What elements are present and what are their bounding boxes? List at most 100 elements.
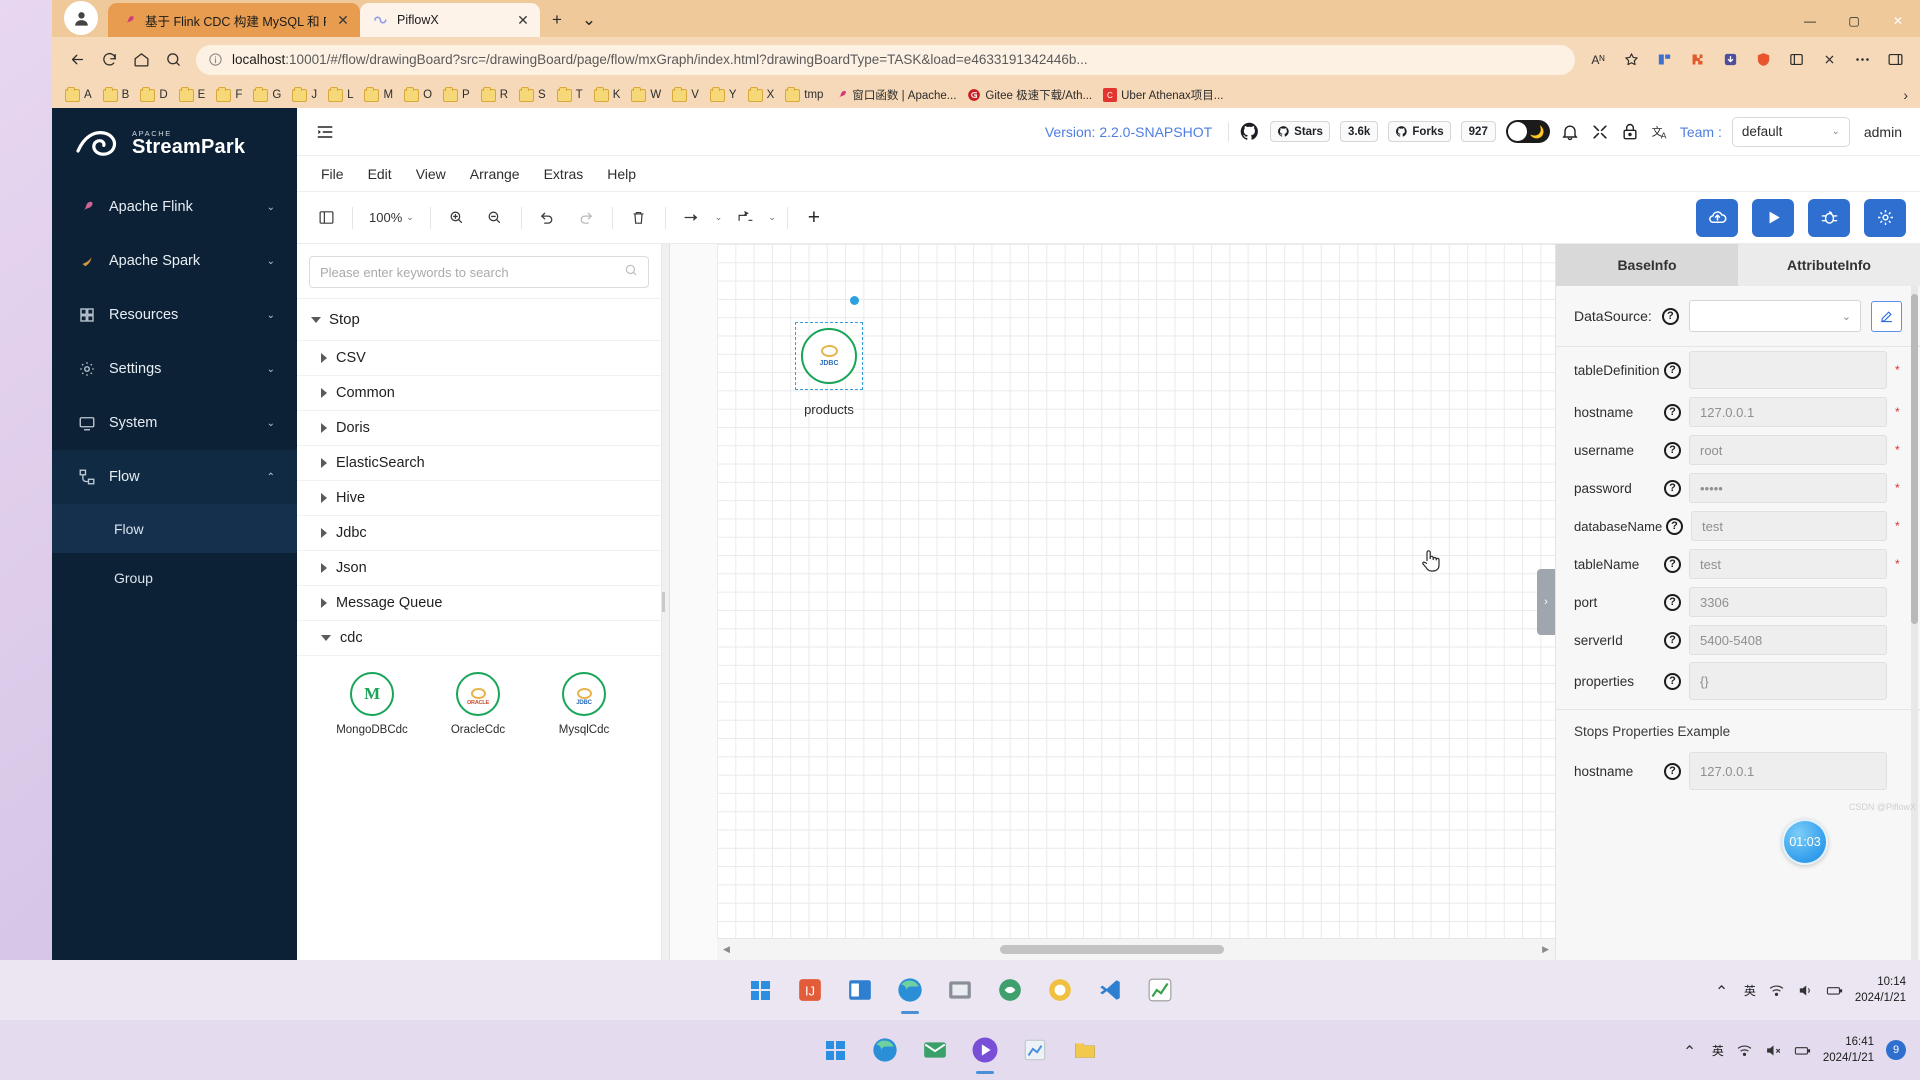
help-icon[interactable]: ? bbox=[1664, 480, 1681, 497]
bookmark-item[interactable]: M bbox=[359, 87, 398, 104]
app-ball-icon[interactable] bbox=[1040, 970, 1080, 1010]
back-arrow-icon[interactable] bbox=[62, 45, 92, 75]
app-circle-icon[interactable] bbox=[990, 970, 1030, 1010]
close-window-button[interactable]: ✕ bbox=[1876, 4, 1920, 37]
sidebar-subitem-group[interactable]: Group bbox=[52, 553, 297, 602]
address-input[interactable]: localhost:10001/#/flow/drawingBoard?src=… bbox=[196, 45, 1575, 75]
field-input[interactable] bbox=[1689, 351, 1887, 389]
palette-resize-handle[interactable] bbox=[662, 592, 665, 612]
add-icon[interactable]: + bbox=[799, 204, 829, 232]
collapse-menu-icon[interactable] bbox=[315, 122, 335, 142]
redo-icon[interactable] bbox=[571, 204, 601, 232]
language-indicator[interactable]: 英 bbox=[1712, 1042, 1724, 1059]
chevron-down-icon[interactable]: ⌄ bbox=[576, 7, 602, 33]
read-aloud-icon[interactable]: Aᴺ bbox=[1583, 45, 1613, 75]
properties-panel-toggle[interactable]: › bbox=[1537, 569, 1555, 635]
tab-attributeinfo[interactable]: AttributeInfo bbox=[1738, 244, 1920, 286]
chevron-right-icon[interactable] bbox=[321, 528, 327, 538]
field-input[interactable]: root bbox=[1689, 435, 1887, 465]
delete-icon[interactable] bbox=[624, 204, 654, 232]
waypoint-icon[interactable] bbox=[730, 204, 760, 232]
menu-view[interactable]: View bbox=[408, 163, 454, 185]
maximize-button[interactable]: ▢ bbox=[1832, 4, 1876, 37]
tree-node-jdbc[interactable]: Jdbc bbox=[297, 515, 661, 550]
tree-node-message-queue[interactable]: Message Queue bbox=[297, 585, 661, 620]
scroll-right-icon[interactable]: ▶ bbox=[1542, 944, 1549, 955]
bookmark-item[interactable]: 窗口函数 | Apache... bbox=[829, 85, 961, 105]
fullscreen-icon[interactable] bbox=[1590, 122, 1610, 142]
bookmark-item[interactable]: L bbox=[323, 87, 358, 104]
battery-icon[interactable] bbox=[1826, 982, 1843, 999]
scrollbar-thumb[interactable] bbox=[1000, 945, 1224, 954]
tree-node-csv[interactable]: CSV bbox=[297, 340, 661, 375]
language-indicator[interactable]: 英 bbox=[1744, 982, 1756, 999]
tree-node-elasticsearch[interactable]: ElasticSearch bbox=[297, 445, 661, 480]
chevron-down-icon[interactable]: ⌄ bbox=[768, 212, 776, 223]
scroll-left-icon[interactable]: ◀ bbox=[723, 944, 730, 955]
bookmarks-overflow-button[interactable]: › bbox=[1903, 87, 1912, 103]
bookmark-item[interactable]: D bbox=[135, 87, 172, 104]
bookmark-item[interactable]: C Uber Athenax项目... bbox=[1098, 85, 1228, 105]
bookmark-item[interactable]: K bbox=[589, 87, 626, 104]
bookmark-item[interactable]: P bbox=[438, 87, 475, 104]
bookmark-item[interactable]: V bbox=[667, 87, 704, 104]
edit-datasource-button[interactable] bbox=[1871, 301, 1902, 332]
node-resize-handle[interactable] bbox=[850, 296, 859, 305]
start-icon[interactable] bbox=[815, 1030, 855, 1070]
sidebar-subitem-flow[interactable]: Flow bbox=[52, 504, 297, 553]
collections-icon[interactable] bbox=[1781, 45, 1811, 75]
bookmark-item[interactable]: F bbox=[211, 87, 247, 104]
player-icon[interactable] bbox=[965, 1030, 1005, 1070]
bell-icon[interactable] bbox=[1560, 122, 1580, 142]
bookmark-item[interactable]: W bbox=[626, 87, 666, 104]
bookmark-item[interactable]: B bbox=[98, 87, 135, 104]
battery-icon[interactable] bbox=[1794, 1042, 1811, 1059]
chevron-down-icon[interactable] bbox=[311, 317, 321, 323]
help-icon[interactable]: ? bbox=[1664, 673, 1681, 690]
sidebar-item-flow[interactable]: Flow ⌃ bbox=[52, 450, 297, 504]
field-input[interactable]: 5400-5408 bbox=[1689, 625, 1887, 655]
chevron-right-icon[interactable] bbox=[321, 353, 327, 363]
properties-scrollbar-thumb[interactable] bbox=[1911, 294, 1918, 624]
chevron-right-icon[interactable] bbox=[321, 598, 327, 608]
minimize-button[interactable]: — bbox=[1788, 4, 1832, 37]
mail-icon[interactable] bbox=[915, 1030, 955, 1070]
flow-node-products[interactable]: JDBC bbox=[795, 322, 863, 390]
help-icon[interactable]: ? bbox=[1664, 404, 1681, 421]
line-style-icon[interactable] bbox=[677, 204, 707, 232]
help-icon[interactable]: ? bbox=[1662, 308, 1679, 325]
tree-node-cdc[interactable]: cdc bbox=[297, 620, 661, 655]
chevron-up-icon[interactable]: ⌃ bbox=[1683, 1042, 1700, 1059]
start-icon[interactable] bbox=[740, 970, 780, 1010]
help-icon[interactable]: ? bbox=[1664, 362, 1681, 379]
sidebar-item-resources[interactable]: Resources ⌄ bbox=[52, 288, 297, 342]
github-forks-badge[interactable]: Forks bbox=[1388, 121, 1450, 142]
new-tab-button[interactable]: + bbox=[544, 7, 570, 33]
notes-icon[interactable] bbox=[1015, 1030, 1055, 1070]
bookmark-item[interactable]: Y bbox=[705, 87, 742, 104]
translate-icon[interactable]: 文A bbox=[1650, 122, 1670, 142]
search-icon[interactable] bbox=[624, 263, 638, 282]
user-label[interactable]: admin bbox=[1864, 124, 1902, 140]
help-icon[interactable]: ? bbox=[1664, 594, 1681, 611]
close-icon[interactable]: ✕ bbox=[514, 11, 532, 29]
favorite-star-icon[interactable] bbox=[1616, 45, 1646, 75]
bookmark-item[interactable]: A bbox=[60, 87, 97, 104]
volume-icon[interactable] bbox=[1797, 982, 1814, 999]
scrollbar-track[interactable] bbox=[736, 945, 1536, 954]
datasource-select[interactable]: ⌄ bbox=[1689, 300, 1861, 332]
extension-puzzle-icon[interactable] bbox=[1682, 45, 1712, 75]
bookmark-item[interactable]: R bbox=[476, 87, 513, 104]
tab-baseinfo[interactable]: BaseInfo bbox=[1556, 244, 1738, 286]
wifi-icon[interactable] bbox=[1768, 982, 1785, 999]
menu-arrange[interactable]: Arrange bbox=[462, 163, 528, 185]
chevron-right-icon[interactable] bbox=[321, 458, 327, 468]
tree-root-stop[interactable]: Stop bbox=[297, 298, 661, 340]
field-input[interactable]: test bbox=[1689, 549, 1887, 579]
wifi-icon[interactable] bbox=[1736, 1042, 1753, 1059]
sidebar-item-system[interactable]: System ⌄ bbox=[52, 396, 297, 450]
field-input[interactable]: {} bbox=[1689, 662, 1887, 700]
undo-icon[interactable] bbox=[533, 204, 563, 232]
field-input[interactable]: 127.0.0.1 bbox=[1689, 752, 1887, 790]
sidebar-item-settings[interactable]: Settings ⌄ bbox=[52, 342, 297, 396]
